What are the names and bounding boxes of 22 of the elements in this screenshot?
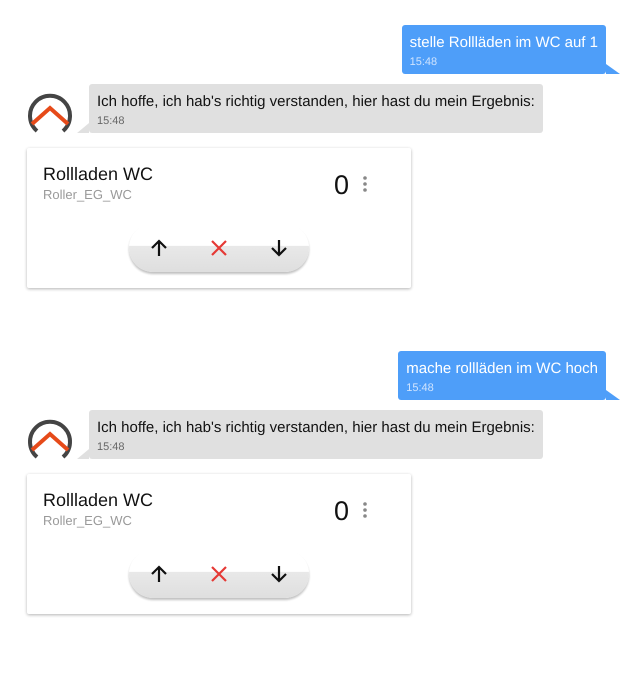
card-value: 0 (334, 496, 349, 527)
message-time: 15:48 (97, 115, 126, 127)
message-time: 15:48 (97, 441, 126, 453)
card-subtitle: Roller_EG_WC (43, 513, 133, 528)
card-value: 0 (334, 170, 349, 201)
message-time: 15:48 (406, 382, 435, 394)
close-icon (210, 239, 228, 257)
card-subtitle: Roller_EG_WC (43, 187, 133, 202)
arrow-up-icon (149, 564, 169, 584)
message-text: Ich hoffe, ich hab's richtig verstanden, hier hast du mein Ergebnis: (97, 92, 535, 112)
message-text: mache rollläden im WC hoch (406, 359, 598, 379)
card-title: Rollladen WC (43, 164, 154, 185)
card-title: Rollladen WC (43, 490, 154, 511)
more-icon[interactable] (363, 176, 367, 192)
message-time: 15:48 (410, 56, 438, 68)
message-text: Ich hoffe, ich hab's richtig verstanden, hier hast du mein Ergebnis: (97, 418, 535, 438)
message-text: stelle Rollläden im WC auf 1 (410, 33, 598, 53)
close-icon (210, 565, 228, 583)
arrow-down-icon (269, 238, 289, 258)
arrow-down-icon (269, 564, 289, 584)
more-icon[interactable] (363, 502, 367, 518)
arrow-up-icon (149, 238, 169, 258)
